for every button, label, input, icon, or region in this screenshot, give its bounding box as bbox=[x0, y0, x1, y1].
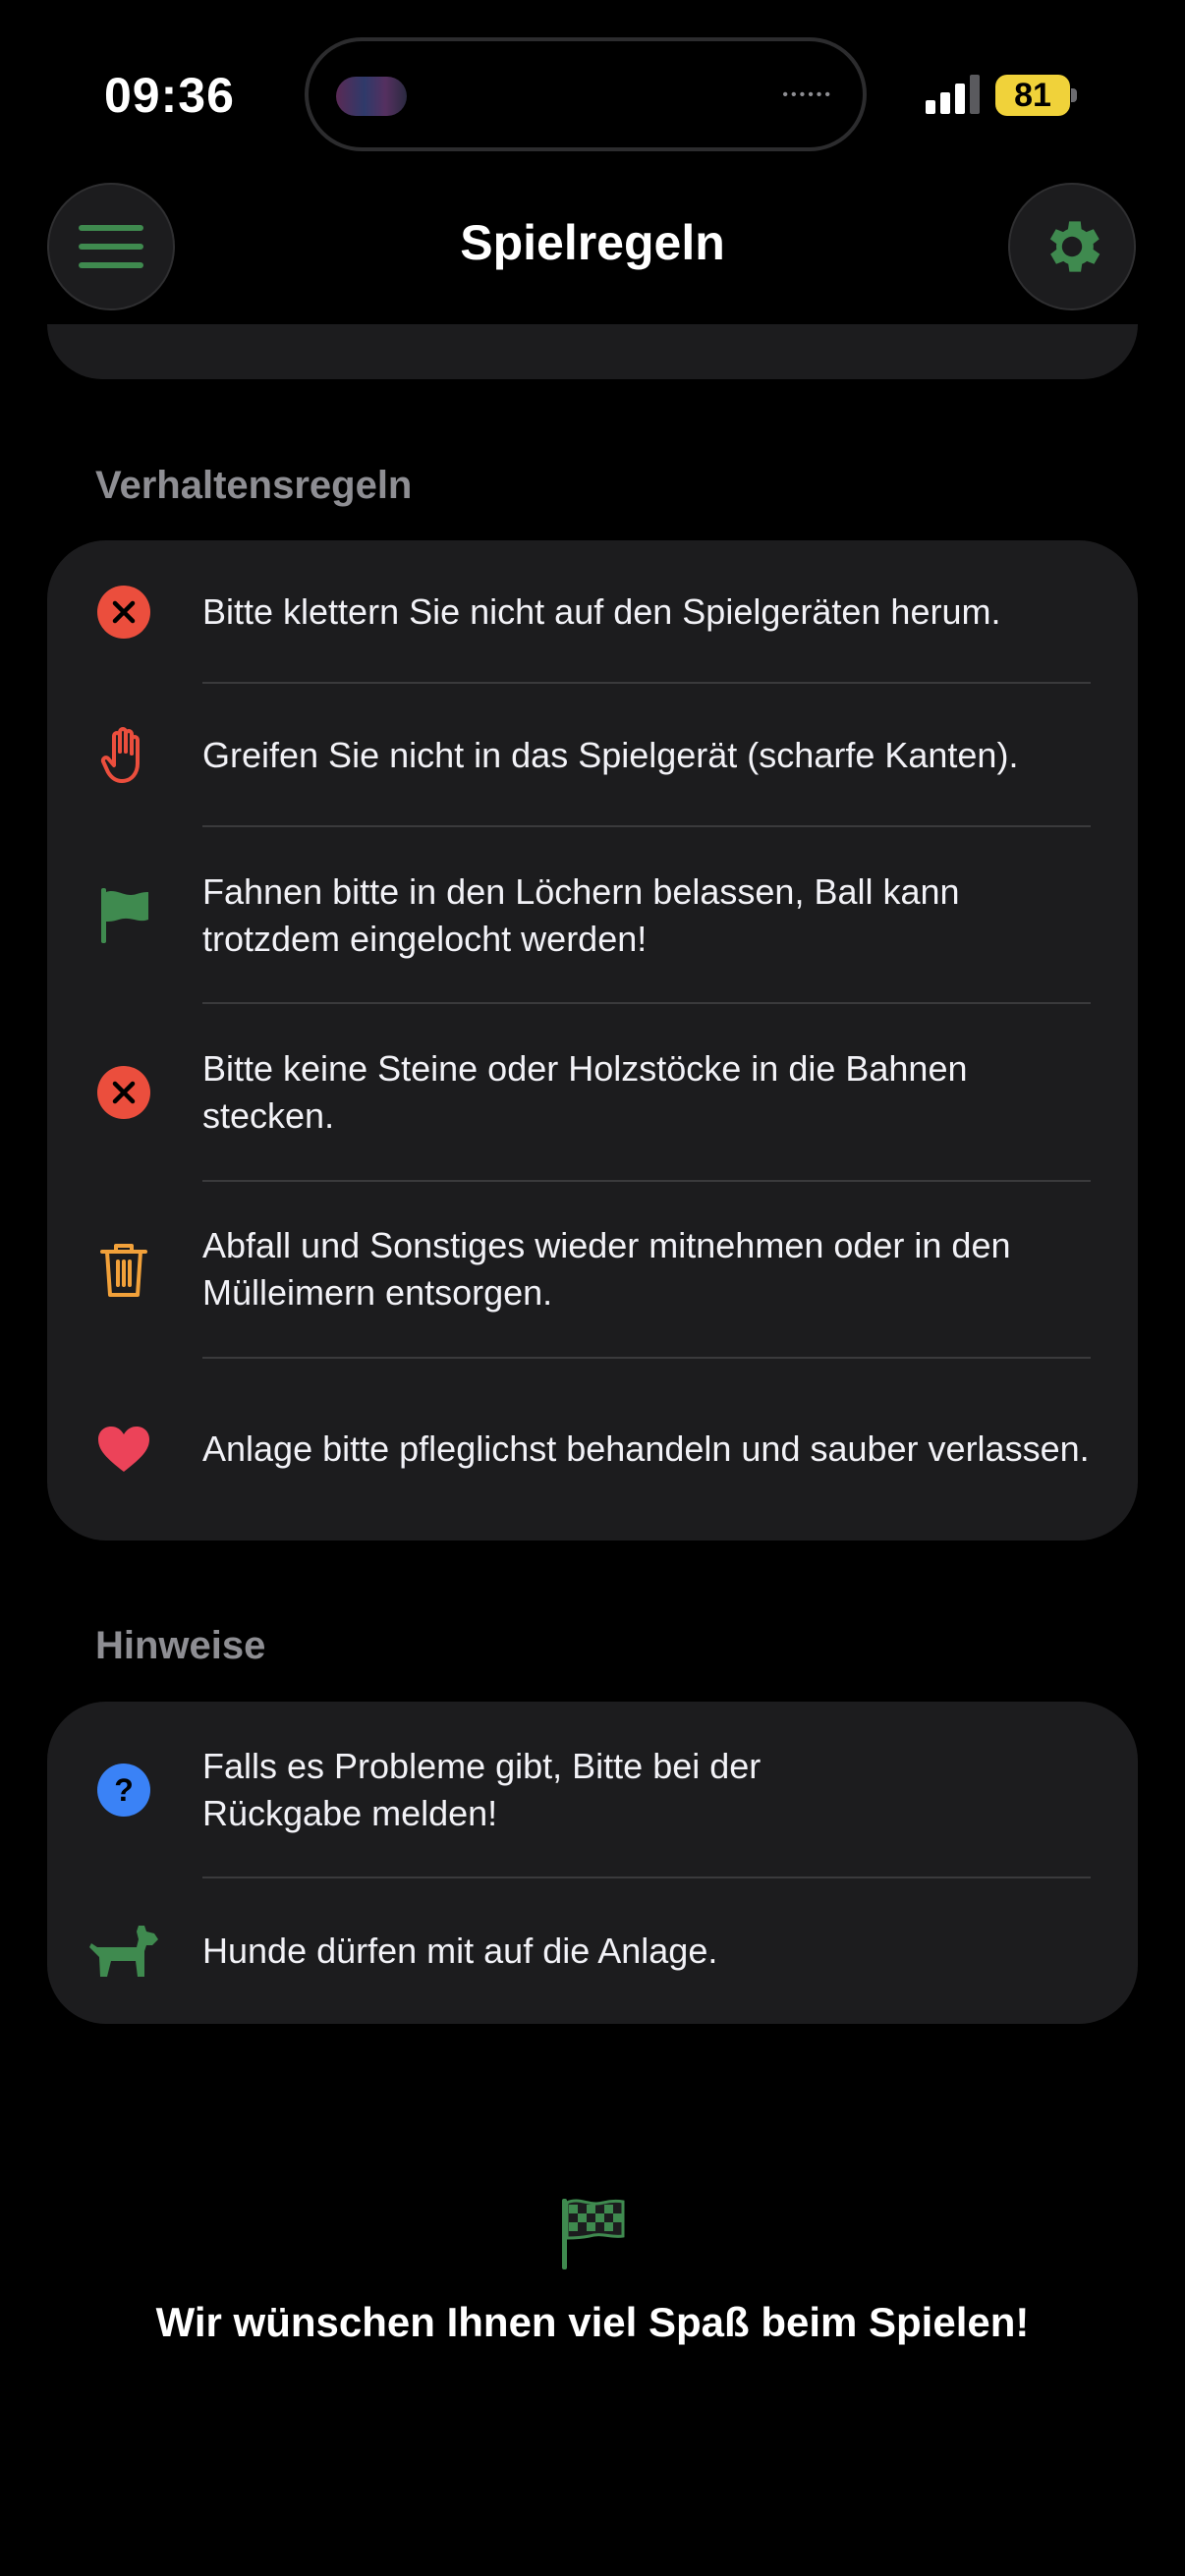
list-item: ? Falls es Probleme gibt, Bitte bei der … bbox=[47, 1702, 1138, 1878]
island-activity-indicator: •••••• bbox=[782, 86, 833, 103]
dynamic-island: •••••• bbox=[305, 37, 867, 151]
now-playing-thumbnail bbox=[336, 77, 407, 116]
list-item: Greifen Sie nicht in das Spielgerät (sch… bbox=[47, 684, 1138, 827]
rule-text: Abfall und Sonstiges wieder mitnehmen od… bbox=[202, 1225, 1011, 1313]
list-item: Hunde dürfen mit auf die Anlage. bbox=[47, 1878, 1138, 2024]
rule-text: Bitte keine Steine oder Holzstöcke in di… bbox=[202, 1048, 968, 1136]
battery-indicator: 81 bbox=[995, 75, 1070, 116]
hints-card: ? Falls es Probleme gibt, Bitte bei der … bbox=[47, 1702, 1138, 2024]
section-title-behavior: Verhaltensregeln bbox=[95, 464, 413, 507]
x-circle-icon bbox=[94, 583, 153, 642]
list-item: Abfall und Sonstiges wieder mitnehmen od… bbox=[47, 1181, 1138, 1358]
list-item: Bitte klettern Sie nicht auf den Spielge… bbox=[47, 540, 1138, 684]
rule-text: Greifen Sie nicht in das Spielgerät (sch… bbox=[202, 735, 1019, 775]
rule-text: Bitte klettern Sie nicht auf den Spielge… bbox=[202, 591, 1001, 632]
battery-cap bbox=[1071, 88, 1077, 102]
gear-icon bbox=[1049, 221, 1100, 272]
cellular-signal-icon bbox=[926, 75, 980, 114]
list-item: Bitte keine Steine oder Holzstöcke in di… bbox=[47, 1004, 1138, 1181]
behavior-rules-card: Bitte klettern Sie nicht auf den Spielge… bbox=[47, 540, 1138, 1540]
rule-text: Fahnen bitte in den Löchern belassen, Ba… bbox=[202, 871, 960, 959]
status-time: 09:36 bbox=[104, 68, 235, 123]
trash-icon bbox=[94, 1240, 153, 1299]
settings-button[interactable] bbox=[1008, 183, 1136, 310]
flag-icon bbox=[94, 886, 153, 945]
question-circle-icon: ? bbox=[94, 1761, 153, 1820]
svg-text:?: ? bbox=[114, 1772, 134, 1808]
dog-icon bbox=[86, 1922, 161, 1981]
closing-message: Wir wünschen Ihnen viel Spaß beim Spiele… bbox=[155, 2299, 1030, 2345]
x-circle-icon bbox=[94, 1063, 153, 1122]
checkered-flag-icon bbox=[562, 2199, 625, 2269]
hint-text: Falls es Probleme gibt, Bitte bei der Rü… bbox=[202, 1746, 762, 1833]
heart-icon bbox=[94, 1420, 153, 1479]
hand-icon bbox=[94, 726, 153, 785]
previous-card-edge bbox=[47, 324, 1138, 379]
list-item: Fahnen bitte in den Löchern belassen, Ba… bbox=[47, 827, 1138, 1004]
rule-text: Anlage bitte pfleglichst behandeln und s… bbox=[202, 1428, 1090, 1469]
section-title-hints: Hinweise bbox=[95, 1624, 266, 1667]
hint-text: Hunde dürfen mit auf die Anlage. bbox=[202, 1931, 718, 1971]
list-item: Anlage bitte pfleglichst behandeln und s… bbox=[47, 1358, 1138, 1540]
